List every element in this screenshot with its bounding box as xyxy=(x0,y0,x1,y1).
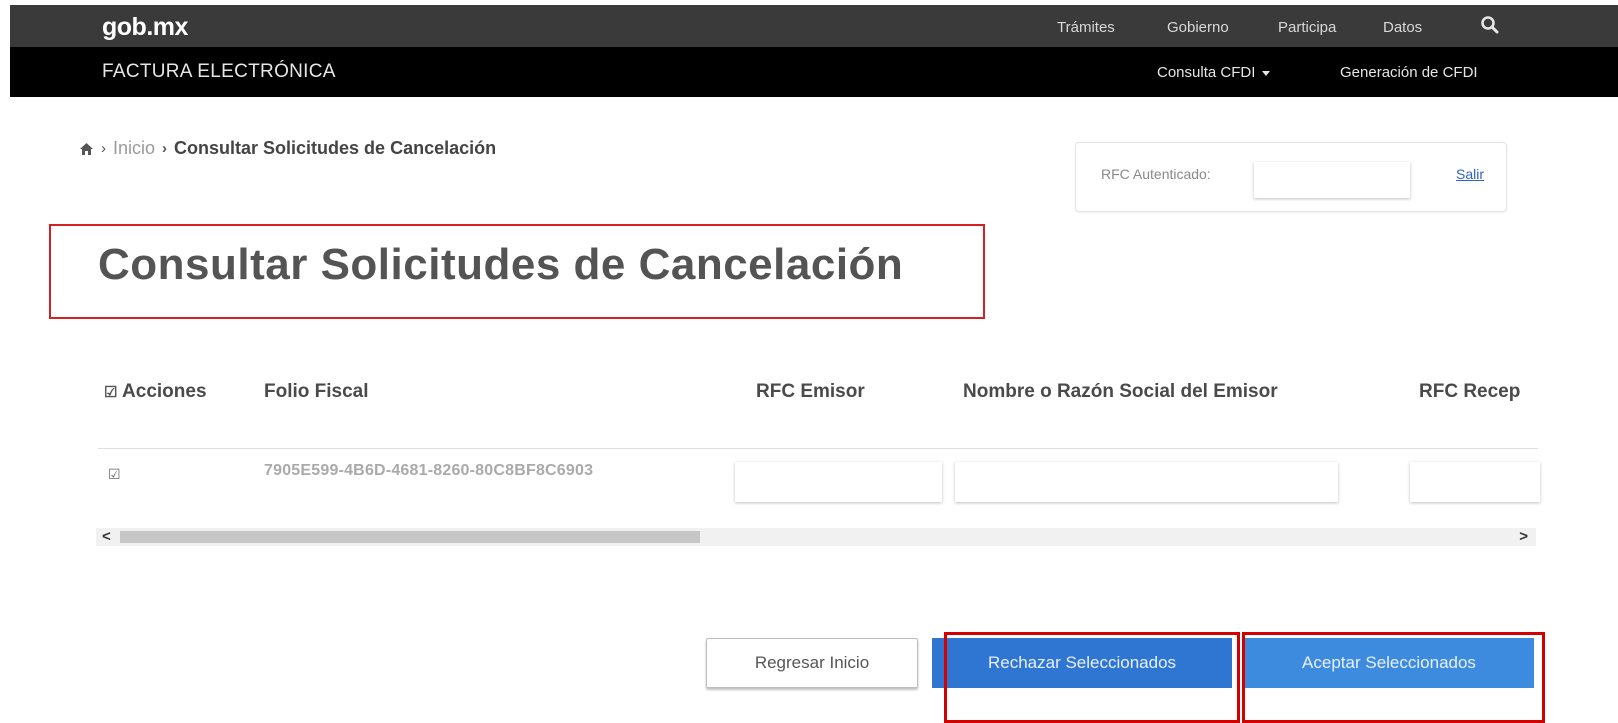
row-checkbox[interactable]: ☑ xyxy=(108,466,121,484)
select-all-checkbox[interactable]: ☑ xyxy=(104,384,117,401)
breadcrumb-current: Consultar Solicitudes de Cancelación xyxy=(174,138,497,158)
scroll-right-arrow[interactable]: > xyxy=(1519,528,1528,546)
header-nombre-emisor: Nombre o Razón Social del Emisor xyxy=(963,381,1278,402)
header-rfc-emisor: RFC Emisor xyxy=(756,381,865,402)
folio-fiscal-value: 7905E599-4B6D-4681-8260-80C8BF8C6903 xyxy=(264,462,594,479)
header-acciones-label: Acciones xyxy=(122,381,207,402)
site-title[interactable]: FACTURA ELECTRÓNICA xyxy=(102,61,336,83)
scroll-thumb[interactable] xyxy=(120,531,700,543)
menu-generacion-cfdi[interactable]: Generación de CFDI xyxy=(1340,64,1478,81)
rfc-emisor-cell xyxy=(735,462,942,502)
menu-consulta-label: Consulta CFDI xyxy=(1157,64,1256,81)
home-icon[interactable] xyxy=(79,142,94,156)
breadcrumb: › Inicio › Consultar Solicitudes de Canc… xyxy=(79,138,496,159)
nav-datos[interactable]: Datos xyxy=(1383,19,1422,36)
regresar-inicio-button[interactable]: Regresar Inicio xyxy=(706,638,918,688)
header-rfc-receptor: RFC Recep xyxy=(1419,381,1521,402)
page-title: Consultar Solicitudes de Cancelación xyxy=(98,240,904,289)
accept-highlight-box xyxy=(1242,632,1545,723)
logout-link[interactable]: Salir xyxy=(1456,166,1484,182)
nav-gobierno[interactable]: Gobierno xyxy=(1167,19,1229,36)
chevron-down-icon xyxy=(1262,70,1271,76)
gobmx-logo[interactable]: gob.mx xyxy=(102,13,188,42)
scroll-left-arrow[interactable]: < xyxy=(102,528,111,546)
header-acciones: ☑ Acciones xyxy=(104,381,207,403)
breadcrumb-separator: › xyxy=(162,140,168,157)
nav-tramites[interactable]: Trámites xyxy=(1057,19,1115,36)
header-folio-fiscal: Folio Fiscal xyxy=(264,381,369,402)
rfc-auth-panel: RFC Autenticado: Salir xyxy=(1075,142,1507,212)
breadcrumb-separator: › xyxy=(101,140,106,157)
search-icon[interactable] xyxy=(1480,15,1500,40)
rfc-auth-value xyxy=(1254,162,1410,198)
breadcrumb-inicio[interactable]: Inicio xyxy=(113,138,155,159)
nav-participa[interactable]: Participa xyxy=(1278,19,1336,36)
reject-highlight-box xyxy=(944,632,1240,723)
table-divider xyxy=(98,448,1538,449)
menu-consulta-cfdi[interactable]: Consulta CFDI xyxy=(1157,64,1271,81)
top-navbar: gob.mx Trámites Gobierno Participa Datos xyxy=(10,5,1618,47)
rfc-receptor-cell xyxy=(1410,462,1540,502)
rfc-auth-label: RFC Autenticado: xyxy=(1101,166,1211,182)
nombre-emisor-cell xyxy=(955,462,1338,502)
horizontal-scrollbar[interactable]: < > xyxy=(96,528,1536,546)
site-menu-bar: FACTURA ELECTRÓNICA Consulta CFDI Genera… xyxy=(10,47,1618,97)
